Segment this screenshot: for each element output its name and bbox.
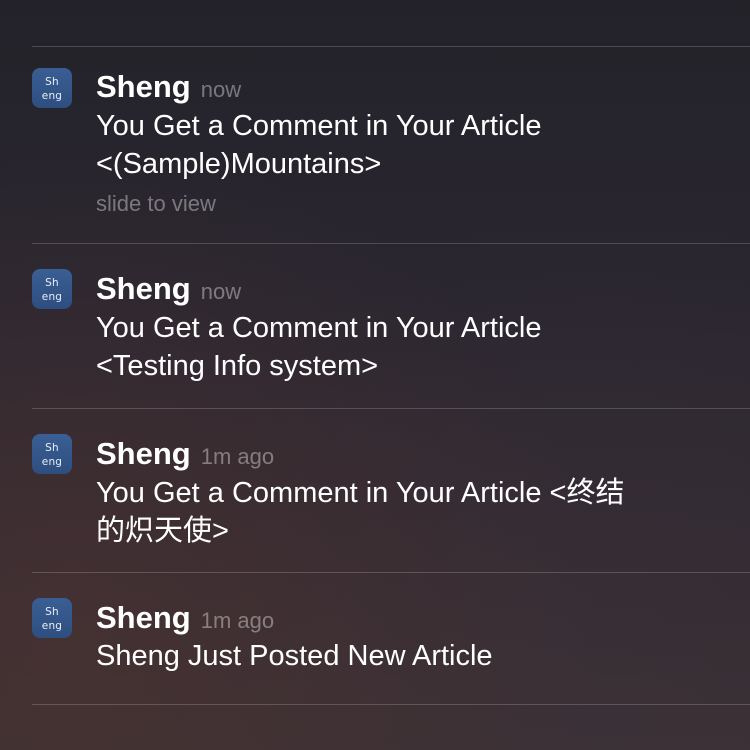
notification-header: Sheng now — [96, 69, 241, 105]
notification-item[interactable]: Sh eng Sheng now You Get a Comment in You… — [0, 47, 750, 244]
slide-to-view-hint[interactable]: slide to view — [96, 191, 216, 217]
app-icon-text-bottom: eng — [41, 89, 63, 102]
app-icon-text-top: Sh — [45, 605, 59, 618]
notification-message: Sheng Just Posted New Article — [96, 637, 716, 675]
message-line: <(Sample)Mountains> — [96, 148, 382, 180]
app-icon: Sh eng — [32, 434, 72, 474]
notification-time: now — [200, 279, 242, 304]
notification-header: Sheng now — [96, 271, 241, 307]
app-icon-text-top: Sh — [45, 441, 59, 454]
app-icon-text-bottom: eng — [41, 619, 63, 632]
notification-item[interactable]: Sh eng Sheng 1m ago You Get a Comment in … — [0, 409, 750, 572]
notification-item[interactable]: Sh eng Sheng 1m ago Sheng Just Posted New… — [0, 573, 750, 704]
notification-time: 1m ago — [200, 444, 275, 469]
message-line: You Get a Comment in Your Article <终结 — [96, 477, 625, 509]
notification-divider — [32, 704, 750, 705]
notification-message: You Get a Comment in Your Article <终结 的炽… — [96, 474, 716, 550]
notification-message: You Get a Comment in Your Article <Testi… — [96, 309, 716, 385]
sender-name: Sheng — [96, 600, 191, 635]
notification-time: 1m ago — [200, 608, 275, 633]
sender-name: Sheng — [96, 436, 191, 471]
app-icon: Sh eng — [32, 68, 72, 108]
message-line: You Get a Comment in Your Article — [96, 110, 542, 142]
message-line: You Get a Comment in Your Article — [96, 312, 542, 344]
notification-message: You Get a Comment in Your Article <(Samp… — [96, 107, 716, 183]
app-icon-text-top: Sh — [45, 75, 59, 88]
message-line: <Testing Info system> — [96, 350, 379, 382]
sender-name: Sheng — [96, 69, 191, 104]
notification-item[interactable]: Sh eng Sheng now You Get a Comment in You… — [0, 244, 750, 408]
notification-time: now — [200, 77, 242, 102]
app-icon-text-bottom: eng — [41, 290, 63, 303]
message-line: 的炽天使> — [96, 515, 229, 547]
app-icon-text-bottom: eng — [41, 455, 63, 468]
app-icon-text-top: Sh — [45, 276, 59, 289]
notification-header: Sheng 1m ago — [96, 436, 274, 472]
sender-name: Sheng — [96, 271, 191, 306]
app-icon: Sh eng — [32, 269, 72, 309]
notification-header: Sheng 1m ago — [96, 600, 274, 636]
message-line: Sheng Just Posted New Article — [96, 640, 493, 672]
app-icon: Sh eng — [32, 598, 72, 638]
